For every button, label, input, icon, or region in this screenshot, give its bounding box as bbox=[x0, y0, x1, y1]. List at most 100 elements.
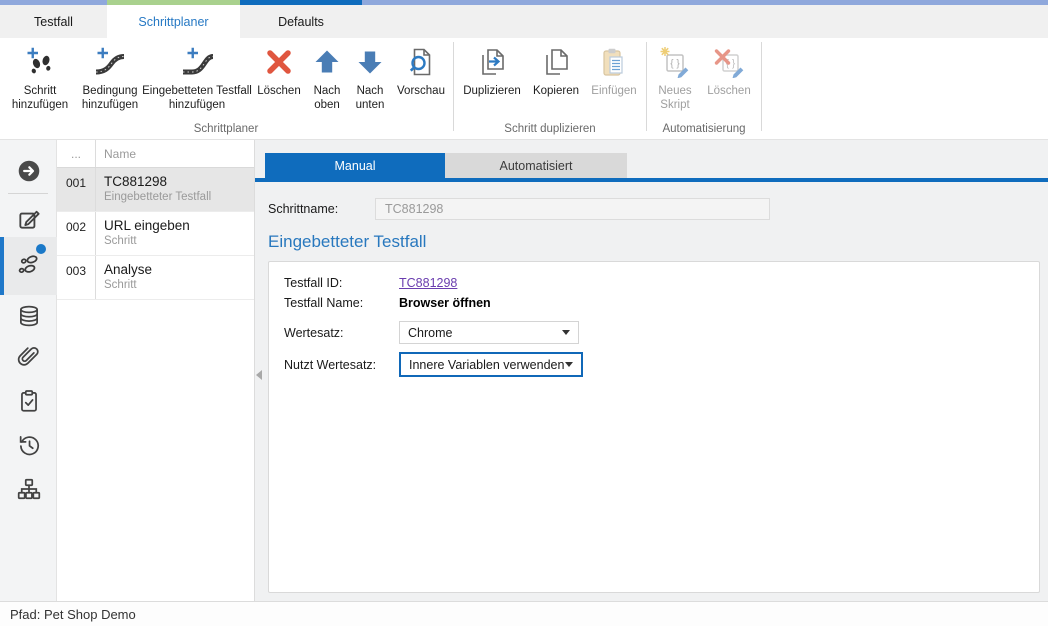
dropdown-caret-icon bbox=[562, 330, 570, 335]
schrittname-row: Schrittname: bbox=[268, 198, 1048, 220]
wertesatz-row: Wertesatz: Chrome bbox=[284, 321, 1039, 344]
nutzt-wertesatz-row: Nutzt Wertesatz: Innere Variablen verwen… bbox=[284, 352, 1039, 377]
ribbon: Schritt hinzufügen Bedingung hinzufügen bbox=[0, 38, 1048, 140]
wertesatz-value: Chrome bbox=[408, 326, 562, 340]
accent-rest bbox=[362, 0, 1048, 5]
embedded-testcase-groupbox: Testfall ID: TC881298 Testfall Name: Bro… bbox=[268, 261, 1040, 593]
steps-list-header: ... Name bbox=[57, 140, 254, 168]
add-condition-icon bbox=[94, 46, 126, 83]
tab-defaults[interactable]: Defaults bbox=[240, 5, 362, 38]
delete-icon bbox=[263, 46, 295, 83]
add-embedded-testcase-icon bbox=[181, 46, 213, 83]
duplicate-icon bbox=[476, 46, 508, 83]
hierarchy-icon[interactable] bbox=[16, 476, 42, 502]
move-up-label: Nach oben bbox=[306, 85, 348, 112]
ribbon-group-label-schritt-duplizieren: Schritt duplizieren bbox=[457, 123, 643, 139]
step-row-003[interactable]: 003 Analyse Schritt bbox=[57, 256, 254, 300]
ribbon-group-schrittplaner: Schritt hinzufügen Bedingung hinzufügen bbox=[2, 38, 450, 139]
delete-script-button[interactable]: { } Löschen bbox=[700, 42, 758, 99]
ribbon-group-automatisierung: { } Neues Skript { } Löschen A bbox=[650, 38, 758, 139]
move-up-button[interactable]: Nach oben bbox=[306, 42, 348, 112]
step-title: TC881298 bbox=[104, 174, 254, 189]
step-subtitle: Schritt bbox=[104, 235, 254, 247]
step-row-002[interactable]: 002 URL eingeben Schritt bbox=[57, 212, 254, 256]
step-row-001[interactable]: 001 TC881298 Eingebetteter Testfall bbox=[57, 168, 254, 212]
ribbon-separator bbox=[761, 42, 762, 131]
testfall-id-link[interactable]: TC881298 bbox=[399, 276, 457, 290]
ribbon-separator bbox=[453, 42, 454, 131]
add-condition-button[interactable]: Bedingung hinzufügen bbox=[78, 42, 142, 112]
edit-icon[interactable] bbox=[16, 206, 42, 232]
preview-icon bbox=[405, 46, 437, 83]
checklist-icon[interactable] bbox=[16, 388, 42, 414]
ribbon-separator bbox=[646, 42, 647, 131]
nutzt-wertesatz-label: Nutzt Wertesatz: bbox=[284, 358, 399, 372]
step-subtitle: Eingebetteter Testfall bbox=[104, 191, 254, 203]
section-heading: Eingebetteter Testfall bbox=[268, 232, 1048, 252]
paste-label: Einfügen bbox=[591, 85, 636, 99]
step-number: 003 bbox=[57, 256, 96, 299]
steps-list-header-name: Name bbox=[96, 140, 254, 167]
workspace: ... Name 001 TC881298 Eingebetteter Test… bbox=[0, 140, 1048, 601]
step-number: 001 bbox=[57, 168, 96, 211]
navigate-icon[interactable] bbox=[16, 158, 42, 184]
step-subtitle: Schritt bbox=[104, 279, 254, 291]
steps-icon[interactable] bbox=[16, 251, 42, 277]
dropdown-caret-icon bbox=[565, 362, 573, 367]
wertesatz-label: Wertesatz: bbox=[284, 326, 399, 340]
preview-label: Vorschau bbox=[397, 85, 445, 99]
testfall-name-value: Browser öffnen bbox=[399, 296, 491, 310]
add-step-label: Schritt hinzufügen bbox=[2, 85, 78, 112]
statusbar: Pfad: Pet Shop Demo bbox=[0, 601, 1048, 626]
preview-button[interactable]: Vorschau bbox=[392, 42, 450, 99]
nutzt-wertesatz-dropdown[interactable]: Innere Variablen verwenden bbox=[399, 352, 583, 377]
new-script-icon: { } bbox=[659, 46, 691, 83]
paste-button[interactable]: Einfügen bbox=[585, 42, 643, 99]
move-down-button[interactable]: Nach unten bbox=[348, 42, 392, 112]
paste-icon bbox=[598, 46, 630, 83]
tab-schrittplaner[interactable]: Schrittplaner bbox=[107, 5, 240, 38]
copy-label: Kopieren bbox=[533, 85, 579, 99]
add-embedded-testcase-button[interactable]: Eingebetteten Testfall hinzufügen bbox=[142, 42, 252, 112]
steps-list-header-num: ... bbox=[57, 140, 96, 167]
add-step-button[interactable]: Schritt hinzufügen bbox=[2, 42, 78, 112]
database-icon[interactable] bbox=[16, 303, 42, 329]
attachment-icon[interactable] bbox=[16, 344, 42, 370]
copy-icon bbox=[540, 46, 572, 83]
delete-script-label: Löschen bbox=[707, 85, 750, 99]
wertesatz-dropdown[interactable]: Chrome bbox=[399, 321, 579, 344]
add-step-icon bbox=[24, 46, 56, 83]
step-title: URL eingeben bbox=[104, 218, 254, 233]
tab-manual[interactable]: Manual bbox=[265, 153, 445, 178]
detail-tabs-underline bbox=[255, 178, 1048, 182]
new-script-button[interactable]: { } Neues Skript bbox=[650, 42, 700, 112]
delete-step-label: Löschen bbox=[257, 85, 300, 99]
history-icon[interactable] bbox=[16, 432, 42, 458]
testfall-name-label: Testfall Name: bbox=[284, 296, 399, 310]
tab-automatisiert[interactable]: Automatisiert bbox=[445, 153, 627, 178]
delete-step-button[interactable]: Löschen bbox=[252, 42, 306, 99]
step-number: 002 bbox=[57, 212, 96, 255]
ribbon-group-label-schrittplaner: Schrittplaner bbox=[2, 123, 450, 139]
svg-text:{ }: { } bbox=[670, 59, 680, 70]
add-embedded-testcase-label: Eingebetteten Testfall hinzufügen bbox=[142, 85, 252, 112]
schrittname-input[interactable] bbox=[375, 198, 770, 220]
move-up-icon bbox=[311, 46, 343, 83]
duplicate-button[interactable]: Duplizieren bbox=[457, 42, 527, 99]
new-script-label: Neues Skript bbox=[650, 85, 700, 112]
detail-tabs: Manual Automatisiert bbox=[265, 153, 1048, 178]
tab-testfall[interactable]: Testfall bbox=[0, 5, 107, 38]
add-condition-label: Bedingung hinzufügen bbox=[78, 85, 142, 112]
schrittname-label: Schrittname: bbox=[268, 202, 375, 216]
ribbon-tabbar: Testfall Schrittplaner Defaults bbox=[0, 5, 1048, 38]
notification-dot bbox=[36, 244, 46, 254]
steps-list: ... Name 001 TC881298 Eingebetteter Test… bbox=[57, 140, 255, 601]
splitter-collapse-icon[interactable] bbox=[256, 370, 262, 380]
ribbon-group-label-automatisierung: Automatisierung bbox=[650, 123, 758, 139]
copy-button[interactable]: Kopieren bbox=[527, 42, 585, 99]
move-down-label: Nach unten bbox=[348, 85, 392, 112]
move-down-icon bbox=[354, 46, 386, 83]
step-title: Analyse bbox=[104, 262, 254, 277]
statusbar-path: Pfad: Pet Shop Demo bbox=[10, 607, 136, 622]
ribbon-group-schritt-duplizieren: Duplizieren Kopieren bbox=[457, 38, 643, 139]
